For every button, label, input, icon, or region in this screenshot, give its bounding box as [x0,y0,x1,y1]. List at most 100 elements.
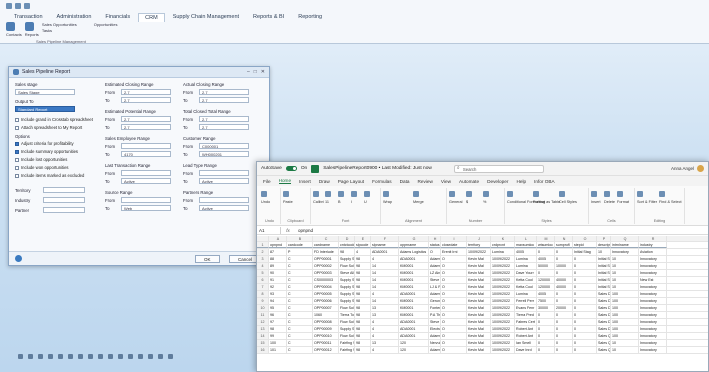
table-cell[interactable]: ADA0001 [399,326,429,332]
table-cell[interactable]: Ketta Cool [515,277,537,283]
table-cell[interactable]: ADA0001 [399,333,429,339]
table-cell[interactable]: 14 [371,270,399,276]
ribbon-button-icon[interactable] [466,191,472,197]
ribbon-button-icon[interactable] [313,191,319,197]
ribbon-button-label[interactable]: Find & Select [659,200,682,204]
ribbon-button-icon[interactable] [533,191,539,197]
table-cell[interactable]: O [441,256,467,262]
table-cell[interactable]: 1060 [313,312,339,318]
table-cell[interactable]: 10 [611,256,639,262]
checkbox-box[interactable] [15,149,19,154]
table-cell[interactable]: 98 [355,270,371,276]
customer-to-input[interactable]: WH000201 [199,151,249,157]
ribbon-button-icon[interactable] [659,191,665,197]
table-header-cell[interactable]: opnpnd [269,242,287,248]
table-cell[interactable]: O [441,312,467,318]
excel-tab-developer[interactable]: Developer [487,179,508,184]
table-cell[interactable]: Innovatory [639,347,667,353]
table-header-cell[interactable]: descript [597,242,611,248]
ribbon-button-label[interactable]: B [338,200,341,204]
table-cell[interactable]: 0 [573,326,597,332]
table-header-cell[interactable]: industry [639,242,667,248]
table-cell[interactable]: Lumina [515,256,537,262]
table-cell[interactable]: 98 [355,284,371,290]
table-cell[interactable]: 100 [611,326,639,332]
table-cell[interactable]: 14 [371,263,399,269]
table-cell[interactable]: 100 [611,319,639,325]
table-cell[interactable]: 0 [537,347,555,353]
ribbon-button-label[interactable]: General [449,200,463,204]
table-cell[interactable]: C [287,284,313,290]
table-cell[interactable]: C [287,347,313,353]
table-cell[interactable]: 10/09/2022 [491,291,515,297]
files-icon[interactable] [38,354,43,359]
table-cell[interactable]: OPP00003 [313,270,339,276]
table-cell[interactable]: C [287,305,313,311]
lead-type-to-input[interactable]: Active [199,178,249,184]
browser-icon[interactable] [58,354,63,359]
table-cell[interactable]: OPP00008 [313,319,339,325]
ribbon-button-label[interactable]: % [483,200,486,204]
option-checkbox[interactable]: Adjust criteria for profitability [15,141,74,146]
table-cell[interactable]: 91 [269,277,287,283]
table-cell[interactable]: 10 [611,263,639,269]
table-cell[interactable]: Innovatory [639,291,667,297]
table-cell[interactable]: 0 [555,326,573,332]
table-cell[interactable]: Ian Smell [515,340,537,346]
table-cell[interactable]: 0 [555,312,573,318]
table-cell[interactable]: Innovatory [639,284,667,290]
table-cell[interactable]: 10 [597,249,611,255]
table-cell[interactable]: ADA0001 [399,291,429,297]
app-icon[interactable] [138,354,143,359]
table-cell[interactable]: O [441,319,467,325]
table-cell[interactable]: 10/09/2022 [491,347,515,353]
table-cell[interactable]: 120000 [537,277,555,283]
table-cell[interactable]: 101 [269,347,287,353]
column-header[interactable]: H [429,236,441,241]
table-cell[interactable]: OPP00012 [313,347,339,353]
table-cell[interactable]: OPP00002 [313,263,339,269]
table-cell[interactable]: Sales Demo [597,312,611,318]
ribbon-button-icon[interactable] [591,191,597,197]
column-header[interactable]: B [287,236,313,241]
table-header-cell[interactable]: status [429,242,441,248]
column-header[interactable]: F [371,236,399,241]
table-cell[interactable]: 0 [537,340,555,346]
undo-icon[interactable] [24,3,30,9]
table-header-cell[interactable]: intrnlname [611,242,639,248]
menu-tab-6[interactable]: Reporting [292,13,328,22]
table-cell[interactable]: KM0001 [399,298,429,304]
excel-tab-view[interactable]: View [441,179,451,184]
table-cell[interactable]: 88 [269,256,287,262]
table-cell[interactable]: 99 [269,333,287,339]
table-cell[interactable]: Innovatory [639,333,667,339]
table-cell[interactable]: 4 [371,347,399,353]
excel-tab-infor-oba[interactable]: Infor OBA [534,179,555,184]
ribbon-item-reports[interactable]: Reports [25,32,39,37]
table-cell[interactable]: 4 [371,333,399,339]
table-cell[interactable]: 13 [371,312,399,318]
table-cell[interactable]: 98 [355,277,371,283]
table-cell[interactable]: 0 [573,298,597,304]
table-cell[interactable]: 0 [555,298,573,304]
table-cell[interactable]: Innovatory [639,263,667,269]
file-title[interactable]: SalesPipelineReport0900 • Last Modified:… [323,166,432,171]
table-cell[interactable]: 40000 [555,284,573,290]
table-cell[interactable]: Kevin Mal [467,256,491,262]
table-cell[interactable]: 98 [355,333,371,339]
table-cell[interactable]: 120000 [537,284,555,290]
table-cell[interactable]: 40000 [555,277,573,283]
table-cell[interactable]: O [441,263,467,269]
table-cell[interactable]: Ferrell Perr [515,298,537,304]
table-cell[interactable]: Flow Solitli [339,305,355,311]
checkbox-box[interactable] [15,165,19,170]
include-grand-checkbox[interactable]: Include grand in Crosstab spreadsheet [15,117,93,122]
table-header-cell[interactable]: maxsumloc [515,242,537,248]
row-number[interactable]: 4 [257,263,269,269]
table-cell[interactable]: 0 [555,291,573,297]
table-cell[interactable]: New Est [639,277,667,283]
menu-tab-2[interactable]: Financials [99,13,136,22]
ribbon-button-icon[interactable] [507,191,513,197]
table-cell[interactable]: 95 [269,305,287,311]
table-header-cell[interactable]: cardcode [287,242,313,248]
